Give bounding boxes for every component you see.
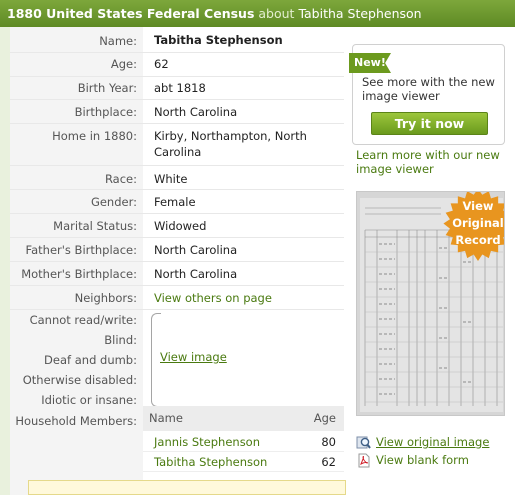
image-viewer-promo: New! See more with the new image viewer … — [349, 44, 505, 145]
record-value: abt 1818 — [154, 81, 206, 95]
title-about: about — [258, 6, 295, 21]
seal-line: Record — [455, 233, 501, 247]
household-member-age: 62 — [321, 455, 336, 469]
view-image-link[interactable]: View image — [160, 350, 227, 364]
record-value: Tabitha Stephenson — [154, 33, 283, 47]
household-member-age: 80 — [321, 435, 336, 449]
disability-label: Otherwise disabled: — [22, 373, 137, 387]
record-value: Widowed — [154, 219, 207, 233]
disability-label: Deaf and dumb: — [44, 353, 137, 367]
view-others-link[interactable]: View others on page — [154, 290, 336, 306]
household-header: Name Age — [143, 406, 344, 431]
record-row-marital-status: Marital Status: Widowed — [10, 214, 344, 238]
record-label: Birth Year: — [77, 81, 137, 95]
title-person: Tabitha Stephenson — [298, 6, 422, 21]
record-value: North Carolina — [154, 267, 238, 281]
disability-label: Blind: — [104, 333, 137, 347]
disability-label: Idiotic or insane: — [41, 393, 137, 407]
record-value: Kirby, Northampton, North Carolina — [154, 129, 307, 159]
record-label: Age: — [110, 57, 137, 71]
seal-text: View Original Record — [442, 198, 504, 249]
view-blank-row[interactable]: View blank form — [356, 452, 506, 469]
view-original-row[interactable]: View original image — [356, 434, 506, 451]
record-label: Mother's Birthplace: — [21, 267, 137, 281]
record-table: Name: Tabitha Stephenson Age: 62 Birth Y… — [10, 27, 344, 495]
household-member-link[interactable]: Jannis Stephenson — [154, 435, 260, 449]
record-row-name: Name: Tabitha Stephenson — [10, 27, 344, 53]
record-label: Father's Birthplace: — [25, 243, 137, 257]
household-row: Jannis Stephenson 80 — [143, 432, 344, 452]
record-row-race: Race: White — [10, 166, 344, 190]
household-row: Tabitha Stephenson 62 — [143, 452, 344, 472]
record-row-mother-birthplace: Mother's Birthplace: North Carolina — [10, 262, 344, 286]
record-label: Gender: — [90, 195, 137, 209]
record-row-home: Home in 1880: Kirby, Northampton, North … — [10, 124, 344, 166]
seal-line: View — [462, 199, 494, 213]
left-stripe — [0, 27, 10, 495]
seal-line: Original — [452, 216, 504, 230]
record-label: Neighbors: — [74, 291, 137, 305]
record-row-gender: Gender: Female — [10, 190, 344, 214]
learn-more-link[interactable]: Learn more with our new image viewer — [356, 148, 506, 176]
household-col-age: Age — [313, 411, 336, 425]
record-label: Home in 1880: — [52, 129, 137, 143]
record-value: North Carolina — [154, 105, 238, 119]
disability-label: Cannot read/write: — [29, 313, 137, 327]
record-row-birthplace: Birthplace: North Carolina — [10, 100, 344, 124]
page-title-bar: 1880 United States Federal Census about … — [0, 0, 515, 27]
record-label: Name: — [99, 34, 137, 48]
household-label: Household Members: — [15, 414, 137, 428]
record-label: Race: — [104, 172, 137, 186]
record-row-father-birthplace: Father's Birthplace: North Carolina — [10, 238, 344, 262]
record-thumbnail[interactable]: View Original Record — [356, 191, 505, 416]
pdf-icon — [358, 453, 370, 468]
new-badge: New! — [349, 53, 391, 73]
record-row-birth-year: Birth Year: abt 1818 — [10, 77, 344, 100]
record-row-age: Age: 62 — [10, 53, 344, 77]
record-value: White — [154, 172, 188, 186]
promo-text: See more with the new image viewer — [362, 75, 495, 103]
magnifier-icon — [356, 436, 371, 449]
household-col-name: Name — [149, 411, 183, 425]
record-label: Birthplace: — [74, 105, 137, 119]
view-original-image-link[interactable]: View original image — [376, 435, 489, 449]
record-value: Female — [154, 195, 196, 209]
record-value: 62 — [154, 57, 169, 71]
bottom-note-box — [28, 480, 346, 495]
try-it-now-button[interactable]: Try it now — [371, 112, 488, 135]
household-member-link[interactable]: Tabitha Stephenson — [154, 455, 267, 469]
view-blank-form-link[interactable]: View blank form — [376, 453, 469, 467]
record-value: North Carolina — [154, 243, 238, 257]
page-title: 1880 United States Federal Census — [7, 6, 255, 21]
record-row-neighbors: Neighbors: View others on page — [10, 286, 344, 310]
record-label: Marital Status: — [53, 219, 137, 233]
